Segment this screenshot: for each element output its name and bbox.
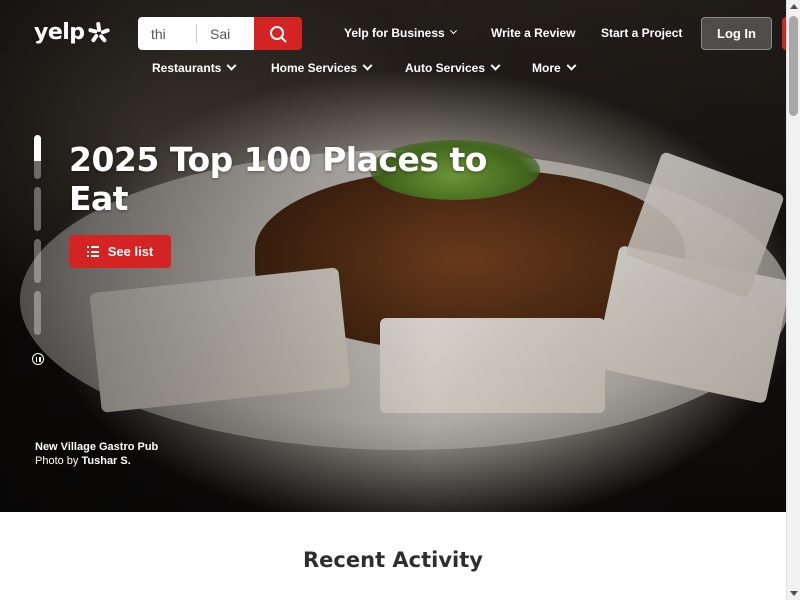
category-home-services[interactable]: Home Services bbox=[271, 60, 373, 75]
pause-slideshow-button[interactable] bbox=[32, 353, 44, 365]
recent-activity-heading: Recent Activity bbox=[303, 548, 483, 572]
photo-author-link[interactable]: Tushar S. bbox=[81, 455, 130, 467]
see-list-button[interactable]: See list bbox=[69, 235, 171, 268]
yelp-for-business-menu[interactable]: Yelp for Business bbox=[344, 26, 457, 40]
search-near-input[interactable] bbox=[197, 17, 254, 50]
category-auto-services[interactable]: Auto Services bbox=[405, 60, 501, 75]
slide-progress-fill bbox=[34, 135, 41, 162]
see-list-label: See list bbox=[107, 244, 154, 259]
category-label: Auto Services bbox=[405, 61, 486, 75]
list-icon bbox=[86, 246, 99, 257]
search-icon bbox=[270, 25, 287, 42]
chevron-down-icon bbox=[490, 60, 501, 71]
hero-headline: 2025 Top 100 Places to Eat bbox=[69, 140, 487, 218]
hero-banner: yelp Yelp for Business Write a Review bbox=[0, 0, 786, 512]
logo-text: yelp bbox=[34, 20, 85, 45]
log-in-button[interactable]: Log In bbox=[701, 17, 772, 50]
pause-icon bbox=[35, 356, 37, 362]
slide-progress-bar[interactable] bbox=[34, 187, 41, 231]
yelp-burst-icon bbox=[87, 21, 110, 42]
chevron-down-icon bbox=[566, 60, 577, 71]
chevron-down-icon bbox=[449, 26, 457, 34]
slide-progress-indicator bbox=[34, 135, 42, 343]
category-label: More bbox=[532, 61, 561, 75]
slide-progress-bar[interactable] bbox=[34, 291, 41, 335]
write-review-link[interactable]: Write a Review bbox=[491, 26, 575, 40]
photo-credit: New Village Gastro Pub Photo by Tushar S… bbox=[35, 440, 158, 468]
scrollbar-thumb[interactable] bbox=[789, 16, 798, 116]
scroll-up-arrow-icon[interactable] bbox=[790, 4, 798, 9]
slide-progress-bar[interactable] bbox=[34, 239, 41, 283]
page-scrollbar[interactable] bbox=[786, 0, 800, 600]
category-restaurants[interactable]: Restaurants bbox=[152, 60, 237, 75]
category-label: Restaurants bbox=[152, 61, 222, 75]
photo-author-line: Photo by Tushar S. bbox=[35, 454, 158, 468]
search-bar bbox=[138, 17, 302, 50]
yelp-logo[interactable]: yelp bbox=[34, 20, 111, 45]
search-button[interactable] bbox=[254, 17, 302, 50]
photo-business-link[interactable]: New Village Gastro Pub bbox=[35, 440, 158, 454]
chevron-down-icon bbox=[362, 60, 373, 71]
scroll-down-arrow-icon[interactable] bbox=[790, 591, 798, 596]
chevron-down-icon bbox=[226, 60, 237, 71]
photo-by-prefix: Photo by bbox=[35, 455, 79, 467]
start-project-link[interactable]: Start a Project bbox=[601, 26, 682, 40]
category-label: Home Services bbox=[271, 61, 358, 75]
search-find-input[interactable] bbox=[138, 17, 196, 50]
category-more[interactable]: More bbox=[532, 60, 577, 75]
slide-progress-bar[interactable] bbox=[34, 135, 41, 179]
yelp-for-business-label: Yelp for Business bbox=[344, 26, 445, 40]
